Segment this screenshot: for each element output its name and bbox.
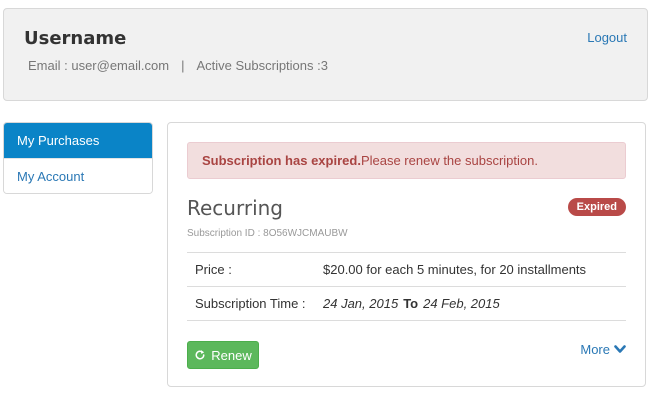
subscription-title: Recurring [187,196,283,220]
table-row: Price : $20.00 for each 5 minutes, for 2… [187,252,626,287]
table-row: Subscription Time : 24 Jan, 2015 To 24 Feb… [187,286,626,321]
email-text: Email : user@email.com [28,58,170,73]
meta-separator: | [181,58,185,73]
active-subscriptions-text: Active Subscriptions :3 [196,58,328,73]
logout-link[interactable]: Logout [587,30,627,45]
subscription-details: Price : $20.00 for each 5 minutes, for 2… [187,252,626,321]
to-label: To [403,296,419,311]
alert-text: Please renew the subscription. [360,153,538,168]
sidebar-item-my-purchases[interactable]: My Purchases [4,123,152,158]
sidebar-nav: My Purchases My Account [3,122,153,194]
more-label: More [580,342,610,357]
price-value: $20.00 for each 5 minutes, for 20 instal… [323,252,626,287]
price-label: Price : [187,252,323,287]
end-date: 24 Feb, 2015 [423,296,500,311]
username: Username [24,28,127,49]
alert-strong-text: Subscription has expired. [202,153,361,168]
renew-button[interactable]: Renew [187,341,259,369]
chevron-down-icon [614,345,626,353]
subscription-time-label: Subscription Time : [187,286,323,321]
subscription-id: Subscription ID : 8O56WJCMAUBW [187,228,348,239]
more-link[interactable]: More [580,342,626,357]
start-date: 24 Jan, 2015 [323,296,399,311]
sidebar-item-my-account[interactable]: My Account [4,158,152,193]
renew-label: Renew [211,347,252,363]
subscription-time-value: 24 Jan, 2015 To 24 Feb, 2015 [323,286,626,321]
user-meta: Email : user@email.com | Active Subscripti… [28,58,328,73]
expired-alert: Subscription has expired.Please renew th… [187,142,626,179]
subscription-panel: Subscription has expired.Please renew th… [167,122,646,387]
status-badge: Expired [567,198,626,216]
refresh-icon [195,350,205,360]
user-header: Username Email : user@email.com | Active S… [3,8,648,101]
